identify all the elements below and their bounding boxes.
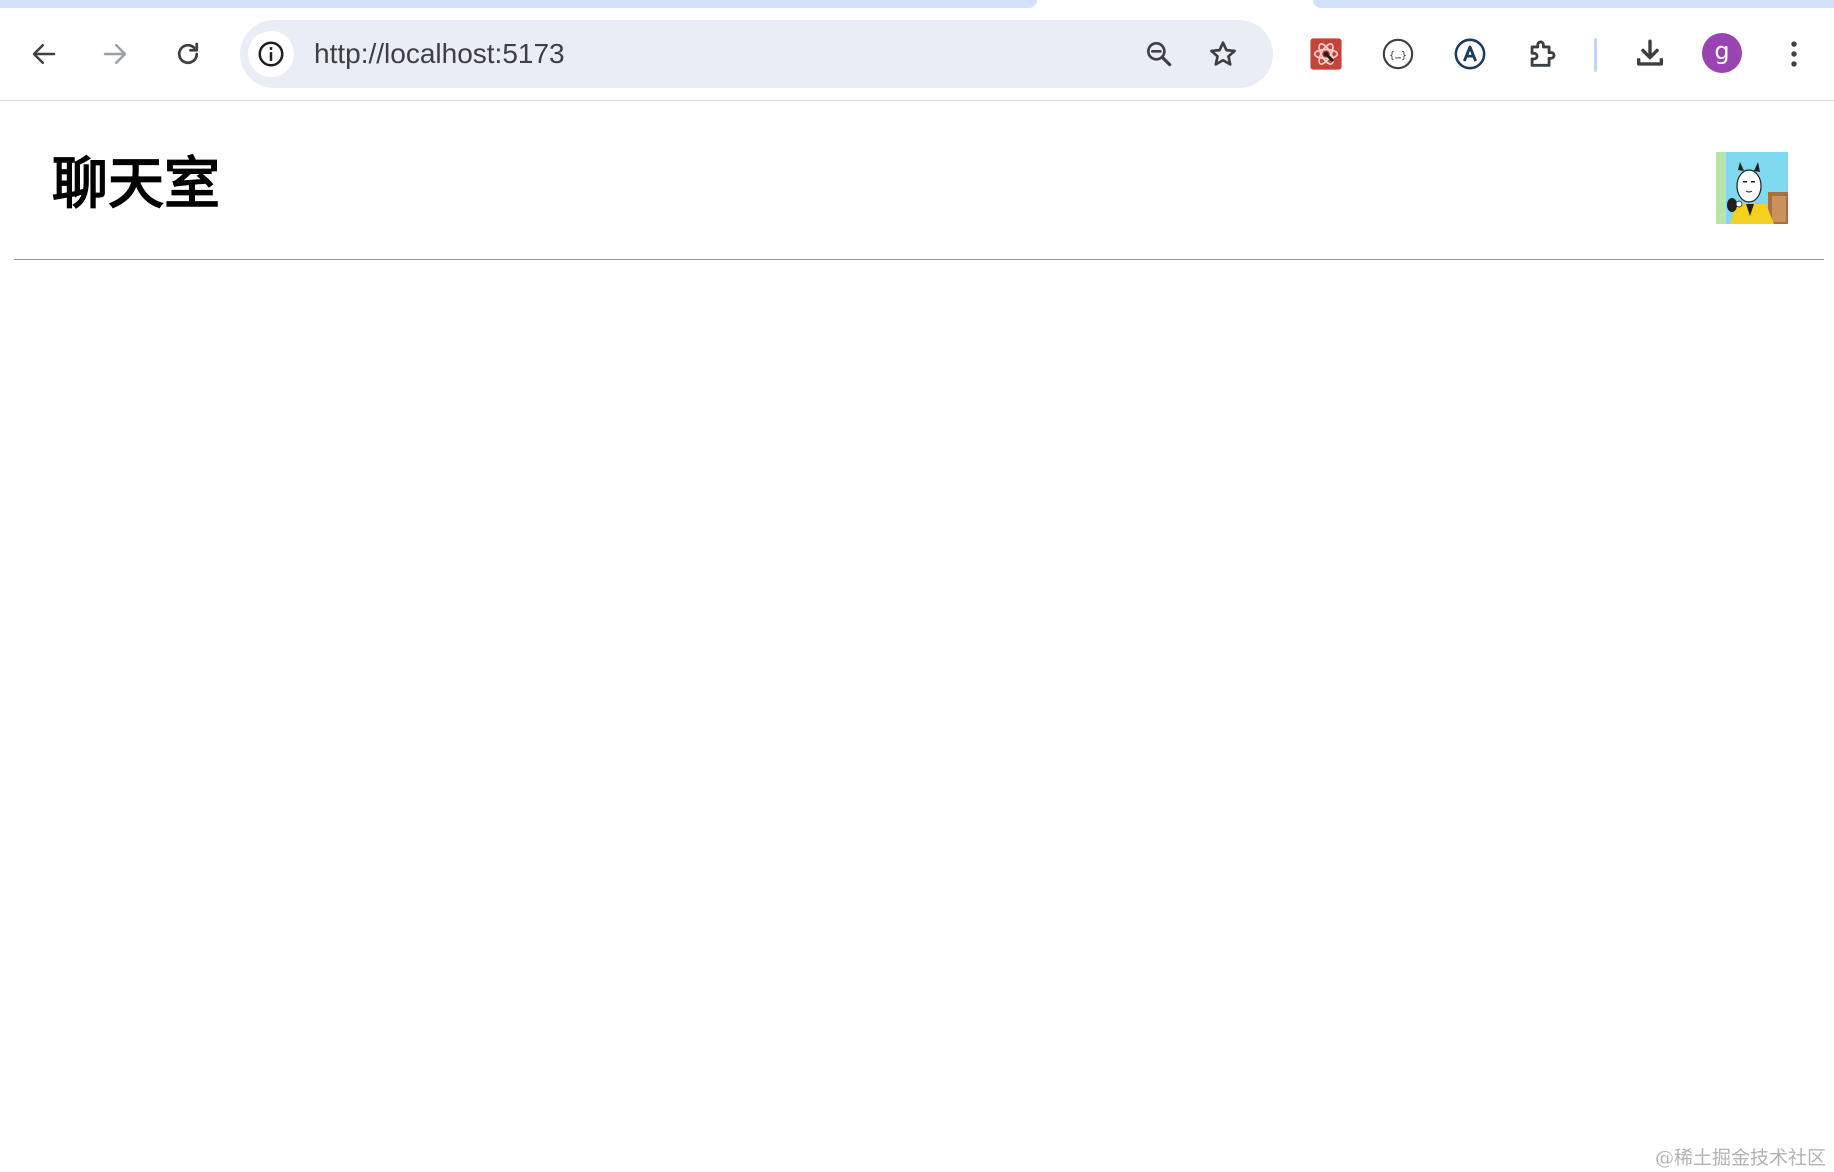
back-button[interactable]: [22, 32, 66, 76]
downloads-button[interactable]: [1628, 32, 1672, 76]
json-formatter-icon: {…}: [1382, 38, 1414, 70]
tab-strip: [0, 0, 1834, 8]
download-icon: [1636, 39, 1664, 66]
tab-left[interactable]: [0, 0, 1037, 8]
user-avatar-image: [1716, 152, 1788, 224]
address-bar[interactable]: http://localhost:5173: [240, 20, 1273, 88]
extensions-button[interactable]: [1520, 32, 1564, 76]
reload-icon: [177, 42, 199, 65]
site-info-button[interactable]: [248, 31, 294, 77]
arrow-left-icon: [32, 44, 56, 64]
info-icon: [258, 41, 284, 67]
url-text[interactable]: http://localhost:5173: [314, 40, 565, 68]
translate-extension[interactable]: [1448, 32, 1492, 76]
puzzle-icon: [1530, 40, 1556, 67]
chat-header: 聊天室: [14, 101, 1824, 260]
user-avatar[interactable]: [1716, 152, 1788, 224]
bookmark-button[interactable]: [1206, 37, 1240, 71]
tab-right[interactable]: [1313, 0, 1834, 8]
zoom-button[interactable]: [1142, 37, 1176, 71]
json-formatter-extension[interactable]: {…}: [1376, 32, 1420, 76]
react-devtools-icon: [1310, 38, 1342, 70]
browser-toolbar: http://localhost:5173 {…} g: [0, 8, 1834, 101]
watermark: @稀土掘金技术社区: [1654, 1147, 1826, 1169]
browser-menu-button[interactable]: [1772, 32, 1816, 76]
page-title: 聊天室: [52, 152, 220, 217]
forward-button[interactable]: [93, 32, 137, 76]
translate-a-icon: [1454, 38, 1486, 70]
kebab-menu-icon: [1791, 41, 1797, 67]
profile-avatar[interactable]: g: [1702, 33, 1742, 73]
arrow-right-icon: [103, 44, 127, 64]
react-devtools-extension[interactable]: [1304, 32, 1348, 76]
page-viewport: 聊天室: [0, 101, 1834, 1172]
svg-text:{…}: {…}: [1389, 50, 1407, 61]
toolbar-divider: [1594, 38, 1597, 72]
star-icon: [1210, 41, 1236, 66]
zoom-out-icon: [1147, 41, 1172, 67]
reload-button[interactable]: [166, 32, 210, 76]
